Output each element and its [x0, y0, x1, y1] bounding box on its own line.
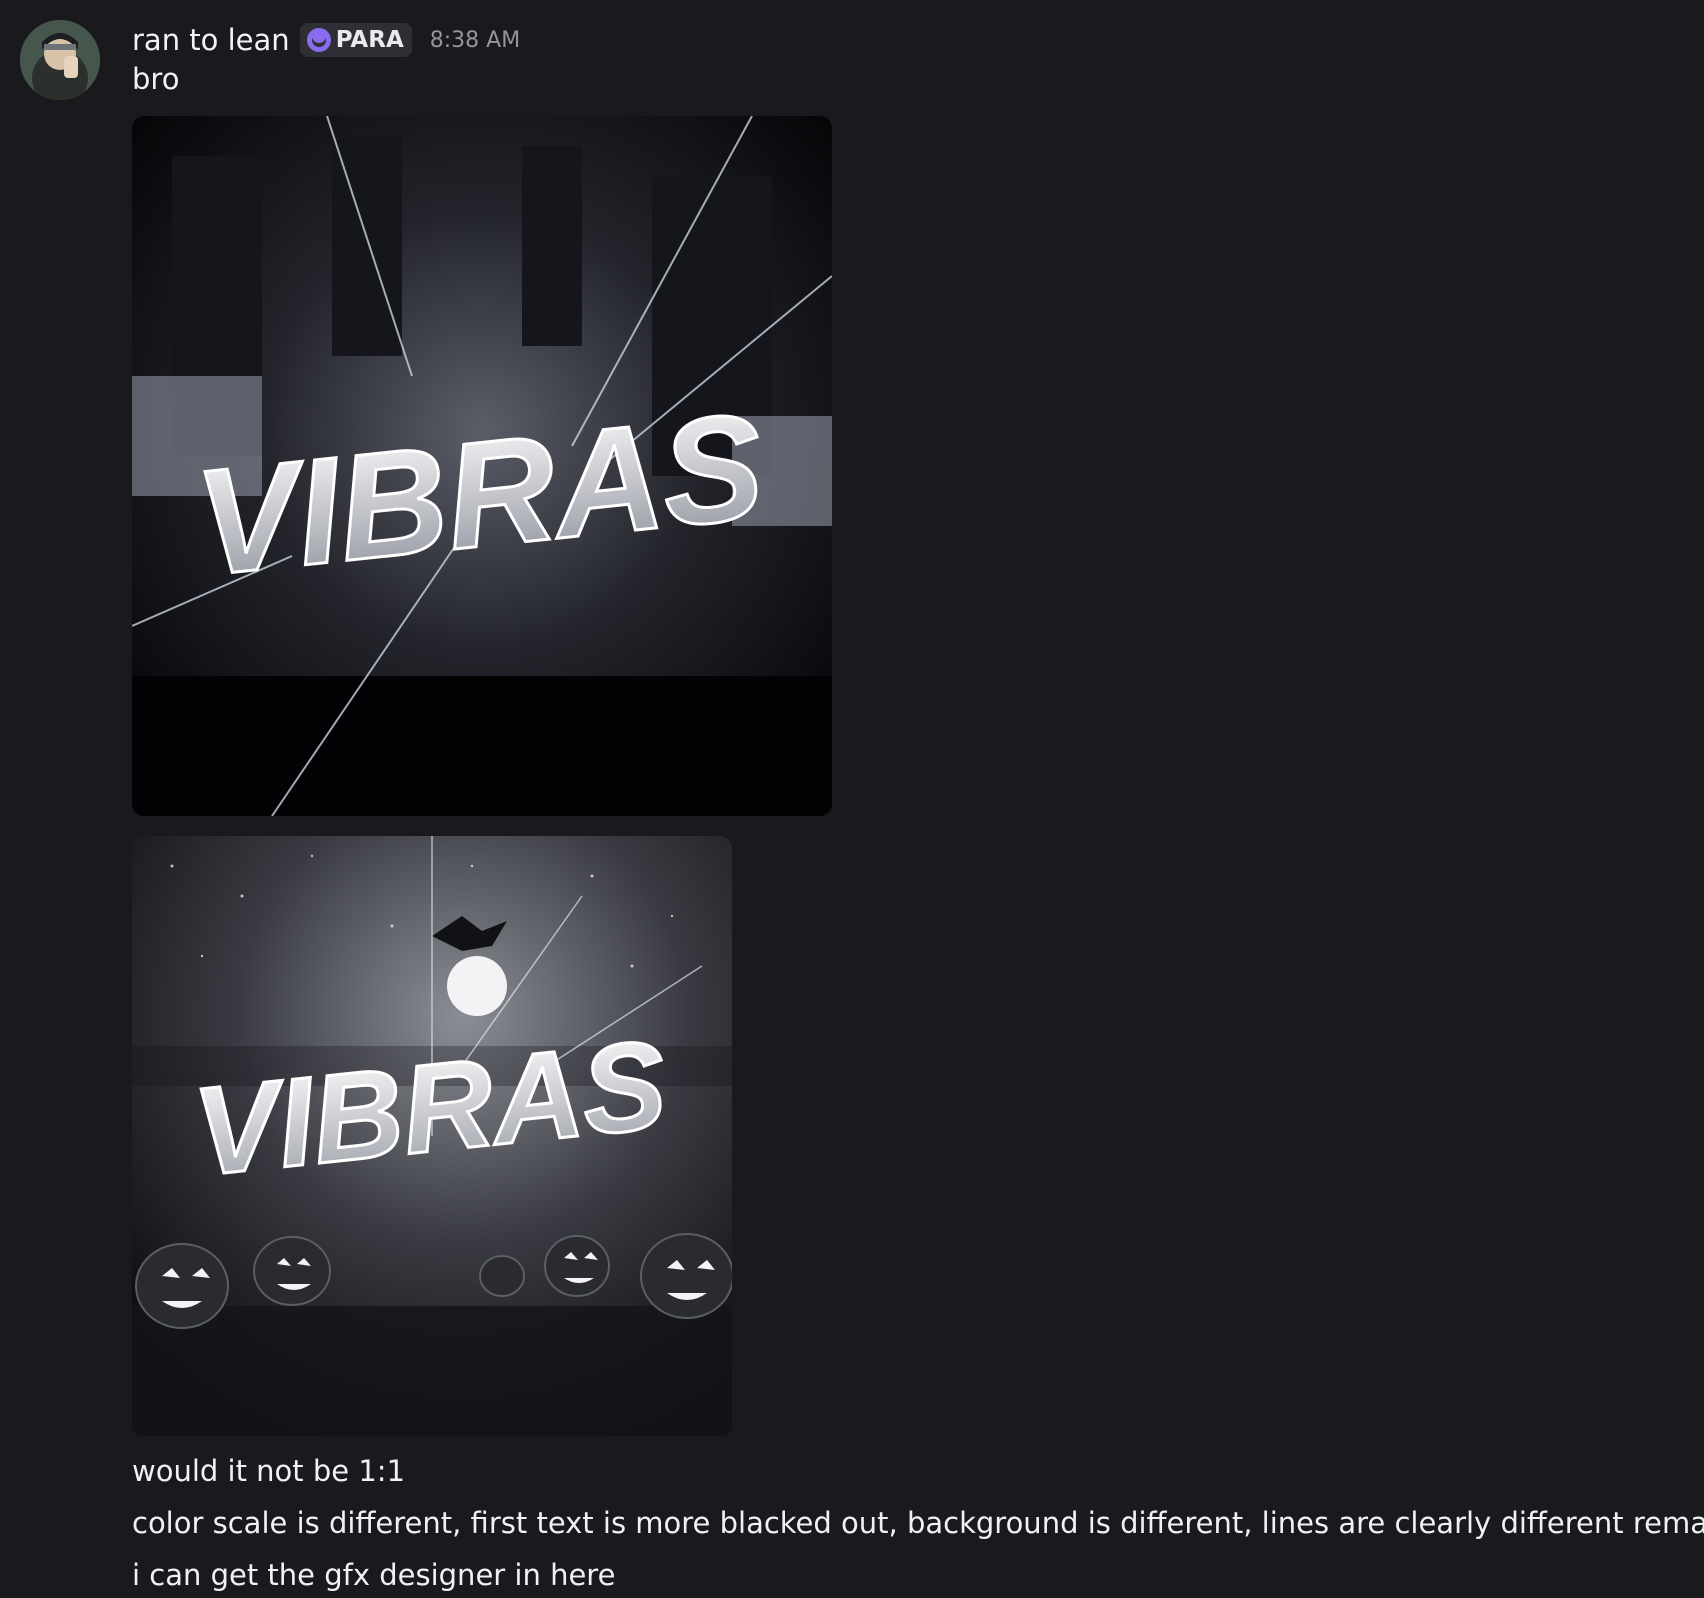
moon-badge-icon	[306, 28, 331, 52]
message-text-line: color scale is different, first text is …	[132, 1506, 1704, 1540]
message-header: ran to lean PARA 8:38 AM	[132, 18, 520, 62]
image-attachment-2[interactable]: VIBRAS	[132, 836, 732, 1436]
message-text-line: would it not be 1:1	[132, 1454, 406, 1488]
message-text-line: i can get the gfx designer in here	[132, 1558, 616, 1592]
image-attachment-1[interactable]: VIBRAS	[132, 116, 832, 816]
guild-tag-label: PARA	[335, 27, 404, 53]
guild-tag-badge[interactable]: PARA	[299, 23, 412, 57]
username[interactable]: ran to lean	[132, 23, 290, 57]
timestamp[interactable]: 8:38 AM	[430, 28, 520, 53]
avatar[interactable]	[20, 20, 100, 100]
message-text-line: bro	[132, 62, 180, 96]
